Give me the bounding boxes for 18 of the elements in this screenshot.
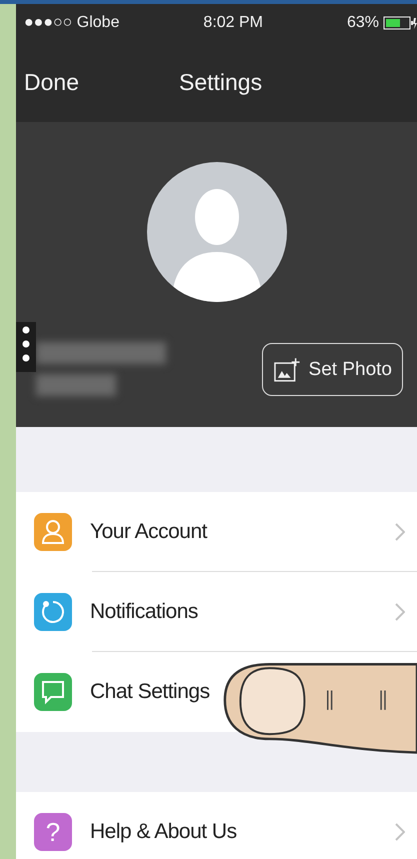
done-button[interactable]: Done	[24, 68, 79, 96]
carrier-label: ●●●○○ Globe	[24, 14, 120, 32]
row-label: Help & About Us	[90, 820, 238, 844]
question-icon: ?	[46, 816, 60, 848]
row-label: Chat Settings	[90, 680, 211, 704]
circle-icon	[39, 598, 67, 626]
battery-icon	[383, 15, 417, 31]
battery-label: 63%	[346, 14, 379, 32]
screen-title: Settings	[178, 68, 262, 96]
avatar-icon	[146, 162, 286, 302]
chat-icon	[40, 679, 66, 705]
set-photo-button[interactable]: Set Photo	[262, 343, 403, 396]
time-label: 8:02 PM	[203, 14, 264, 32]
row-label: Your Account	[90, 520, 208, 544]
person-icon	[41, 519, 65, 545]
row-label: Notifications	[90, 600, 199, 624]
more-icon	[16, 322, 36, 372]
add-photo-icon	[273, 356, 301, 382]
